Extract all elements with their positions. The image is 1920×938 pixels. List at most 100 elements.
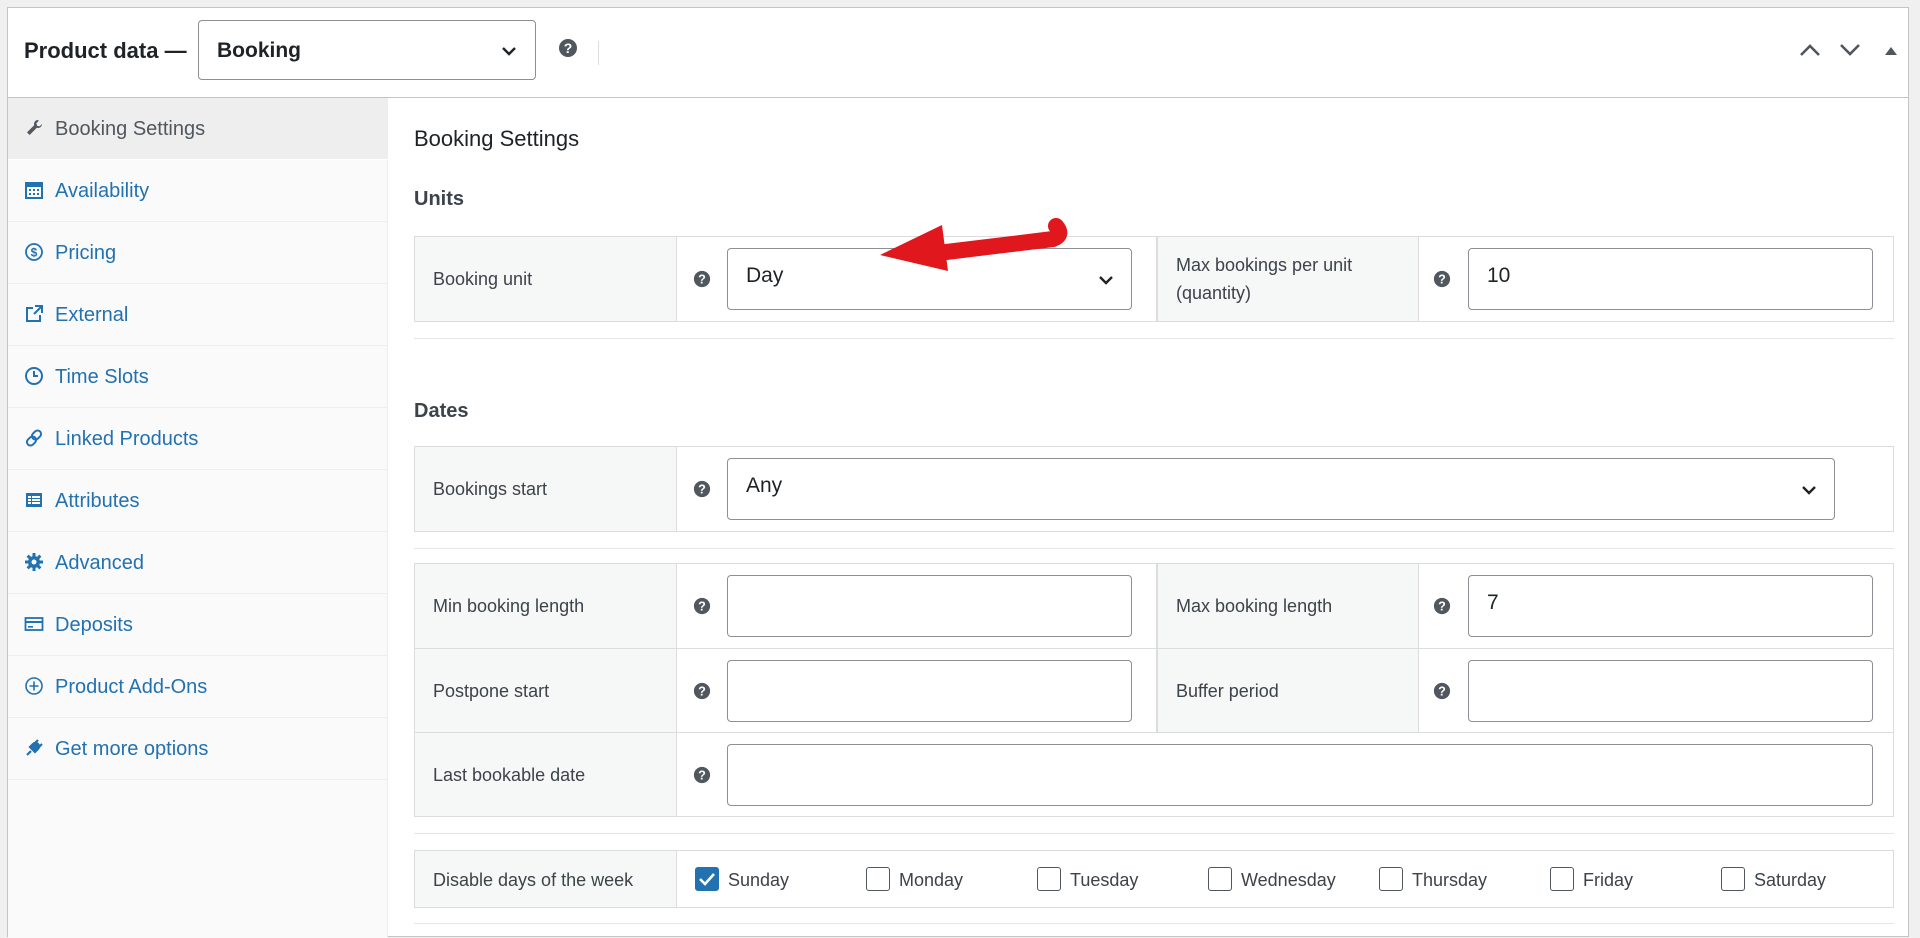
tab-product-add-ons[interactable]: Product Add-Ons bbox=[8, 656, 388, 718]
svg-text:?: ? bbox=[564, 40, 573, 56]
sunday-label: Sunday bbox=[728, 870, 790, 890]
help-icon[interactable]: ? bbox=[693, 270, 711, 288]
product-data-tabs: Booking Settings Availability $ Pricing bbox=[8, 98, 388, 938]
tab-label: Product Add-Ons bbox=[55, 676, 208, 698]
external-link-icon bbox=[26, 305, 43, 322]
min-length-label: Min booking length bbox=[433, 596, 585, 616]
sunday-checkbox[interactable] bbox=[695, 867, 719, 891]
svg-text:?: ? bbox=[698, 483, 706, 497]
tuesday-label: Tuesday bbox=[1070, 870, 1139, 890]
panel-title: Product data — bbox=[24, 38, 187, 63]
help-icon[interactable]: ? bbox=[693, 682, 711, 700]
help-icon[interactable]: ? bbox=[693, 597, 711, 615]
chevron-down-icon bbox=[1802, 486, 1816, 495]
units-table: Booking unit ? Day Max bookings per unit… bbox=[414, 236, 1894, 322]
bookings-start-label: Bookings start bbox=[433, 479, 548, 499]
last-date-label: Last bookable date bbox=[433, 765, 586, 785]
svg-text:$: $ bbox=[31, 246, 38, 260]
divider bbox=[414, 833, 1894, 834]
divider bbox=[414, 923, 1894, 924]
bookings-start-value: Any bbox=[746, 474, 783, 497]
help-icon[interactable]: ? bbox=[1433, 270, 1451, 288]
table-row: Min booking length ? Max booking length … bbox=[415, 564, 1893, 648]
max-bookings-label-line1: Max bookings per unit bbox=[1176, 255, 1353, 275]
postpone-label-cell: Postpone start bbox=[415, 649, 676, 732]
tab-external[interactable]: External bbox=[8, 284, 388, 346]
tab-advanced[interactable]: Advanced bbox=[8, 532, 388, 594]
help-icon[interactable]: ? bbox=[693, 766, 711, 784]
help-icon[interactable]: ? bbox=[1433, 597, 1451, 615]
dollar-circle-icon: $ bbox=[25, 243, 43, 261]
tab-deposits[interactable]: Deposits bbox=[8, 594, 388, 656]
svg-text:?: ? bbox=[1438, 685, 1446, 699]
chevron-down-icon bbox=[1099, 276, 1113, 285]
help-icon[interactable]: ? bbox=[558, 38, 578, 58]
max-length-input[interactable]: 7 bbox=[1468, 575, 1873, 637]
bookings-start-label-cell: Bookings start bbox=[415, 447, 676, 531]
bookings-start-select[interactable]: Any bbox=[727, 458, 1835, 520]
move-down-icon[interactable] bbox=[1838, 40, 1862, 60]
tab-attributes[interactable]: Attributes bbox=[8, 470, 388, 532]
disable-days-table: Disable days of the week Sunday Monday T… bbox=[414, 850, 1894, 908]
tab-label: Attributes bbox=[55, 490, 140, 512]
booking-unit-label-cell: Booking unit bbox=[415, 237, 676, 321]
monday-label: Monday bbox=[899, 870, 964, 890]
tab-label: Linked Products bbox=[55, 428, 199, 450]
svg-text:?: ? bbox=[698, 600, 706, 614]
wednesday-label: Wednesday bbox=[1241, 870, 1336, 890]
tab-label: Deposits bbox=[55, 614, 133, 636]
max-length-label-cell: Max booking length bbox=[1158, 564, 1418, 648]
bookings-start-table: Bookings start ? Any bbox=[414, 446, 1894, 532]
buffer-label-cell: Buffer period bbox=[1158, 649, 1418, 732]
friday-checkbox[interactable] bbox=[1550, 867, 1574, 891]
max-length-label: Max booking length bbox=[1176, 596, 1333, 616]
panel-heading: Booking Settings bbox=[414, 126, 580, 151]
move-up-icon[interactable] bbox=[1798, 40, 1822, 60]
dates-heading: Dates bbox=[414, 400, 469, 422]
annotation-arrow-icon bbox=[880, 218, 1068, 271]
tab-label: Advanced bbox=[55, 552, 144, 574]
monday-checkbox[interactable] bbox=[866, 867, 890, 891]
credit-card-icon bbox=[24, 617, 44, 631]
divider bbox=[414, 338, 1894, 339]
max-length-value: 7 bbox=[1487, 591, 1499, 614]
tab-label: Get more options bbox=[55, 738, 209, 760]
postpone-input[interactable] bbox=[727, 660, 1132, 722]
tuesday-checkbox[interactable] bbox=[1037, 867, 1061, 891]
max-bookings-value: 10 bbox=[1487, 264, 1511, 287]
tab-availability[interactable]: Availability bbox=[8, 160, 388, 222]
thursday-checkbox[interactable] bbox=[1379, 867, 1403, 891]
product-type-select[interactable]: Booking bbox=[198, 20, 536, 80]
saturday-checkbox[interactable] bbox=[1721, 867, 1745, 891]
tab-label: Time Slots bbox=[55, 366, 149, 388]
tab-get-more-options[interactable]: Get more options bbox=[8, 718, 388, 780]
buffer-label: Buffer period bbox=[1176, 681, 1279, 701]
link-icon bbox=[25, 429, 43, 447]
list-table-icon bbox=[26, 493, 42, 507]
wednesday-checkbox[interactable] bbox=[1208, 867, 1232, 891]
tab-label: Pricing bbox=[55, 242, 117, 264]
chevron-down-icon bbox=[502, 47, 516, 56]
svg-text:?: ? bbox=[698, 273, 706, 287]
saturday-label: Saturday bbox=[1754, 870, 1827, 890]
collapse-toggle-icon[interactable] bbox=[1884, 40, 1898, 60]
help-icon[interactable]: ? bbox=[1433, 682, 1451, 700]
buffer-input[interactable] bbox=[1468, 660, 1873, 722]
svg-text:?: ? bbox=[1438, 600, 1446, 614]
help-icon[interactable]: ? bbox=[693, 480, 711, 498]
min-length-input[interactable] bbox=[727, 575, 1132, 637]
last-date-input[interactable] bbox=[727, 744, 1873, 806]
disable-days-label: Disable days of the week bbox=[433, 870, 634, 890]
svg-text:?: ? bbox=[1438, 273, 1446, 287]
panel-header: Product data — Booking ? bbox=[8, 8, 1908, 98]
disable-days-label-cell: Disable days of the week bbox=[415, 851, 676, 907]
tab-pricing[interactable]: $ Pricing bbox=[8, 222, 388, 284]
tab-label: Availability bbox=[55, 180, 150, 202]
friday-label: Friday bbox=[1583, 870, 1634, 890]
table-row: Postpone start ? Buffer period ? bbox=[415, 648, 1893, 732]
tab-booking-settings[interactable]: Booking Settings bbox=[8, 98, 388, 160]
max-bookings-input[interactable]: 10 bbox=[1468, 248, 1873, 310]
booking-unit-value: Day bbox=[746, 264, 784, 287]
tab-time-slots[interactable]: Time Slots bbox=[8, 346, 388, 408]
tab-linked-products[interactable]: Linked Products bbox=[8, 408, 388, 470]
